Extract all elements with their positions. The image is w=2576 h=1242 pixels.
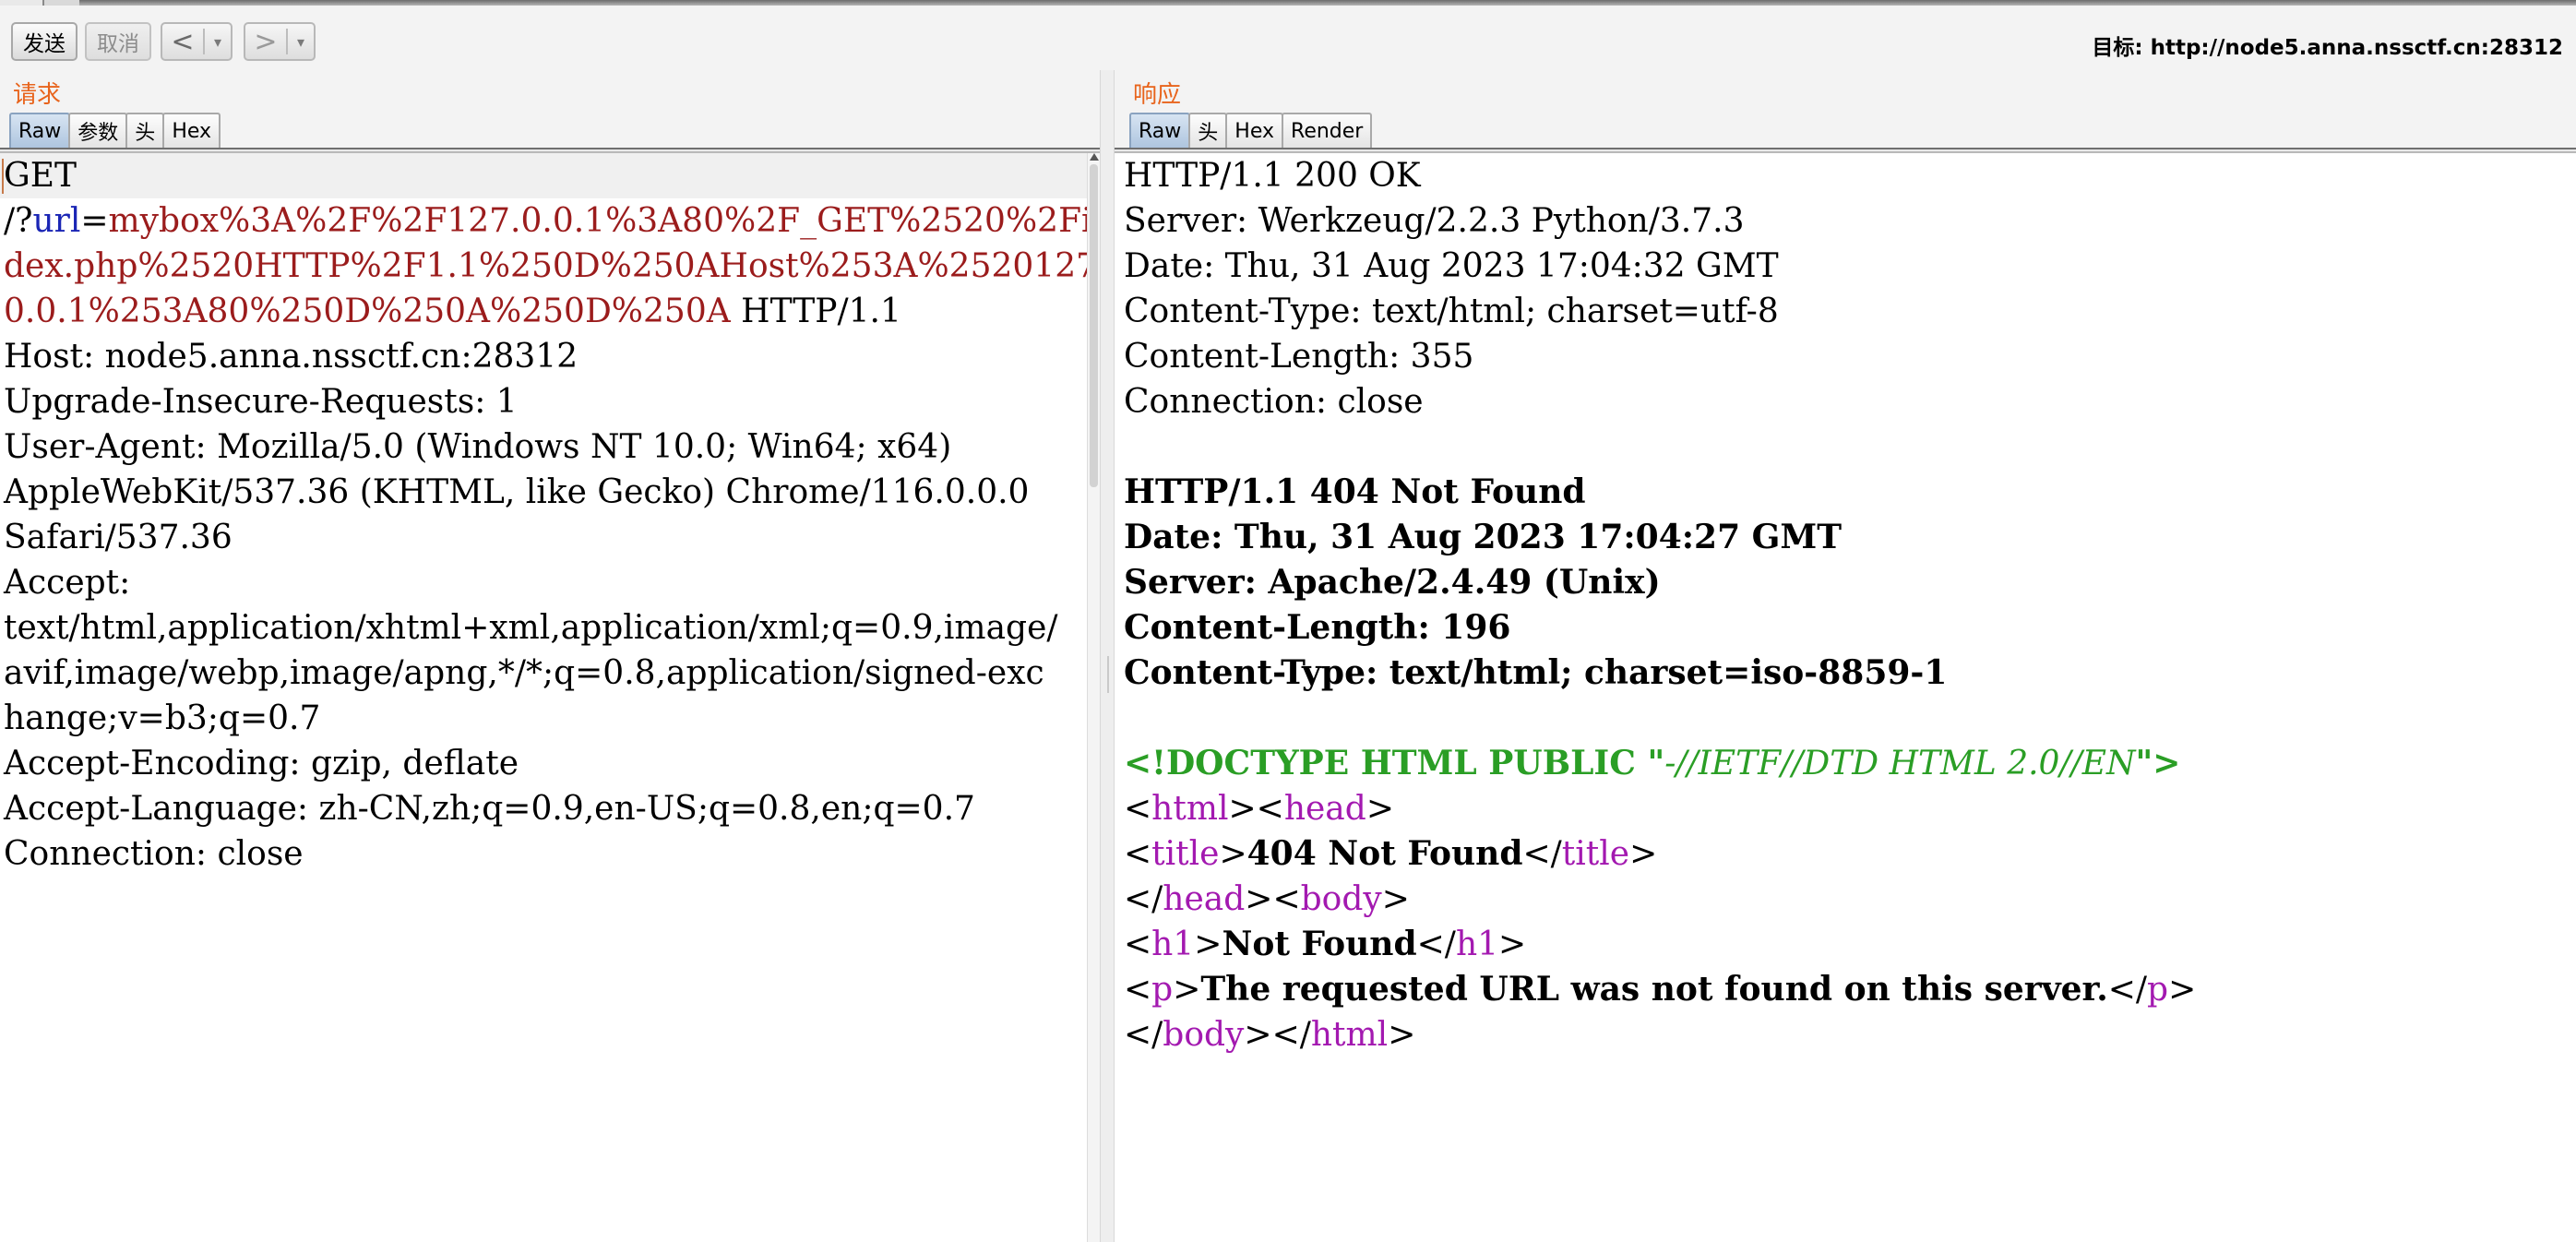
response-panel: 响应 Raw 头 Hex Render HTTP/1.1 200 OK Serve… xyxy=(1115,70,2576,1242)
param-value: mybox%3A%2F%2F127.0.0.1%3A80%2F_GET%2520… xyxy=(108,202,1087,240)
response-header-line: Server: Werkzeug/2.2.3 Python/3.7.3 xyxy=(1124,202,1745,240)
scroll-up-arrow-icon[interactable] xyxy=(1090,153,1099,161)
response-header-line: Connection: close xyxy=(1124,383,1424,421)
request-header-line: avif,image/webp,image/apng,*/*;q=0.8,app… xyxy=(4,654,1044,692)
response-tab-render[interactable]: Render xyxy=(1282,113,1373,148)
request-header-line: AppleWebKit/537.36 (KHTML, like Gecko) C… xyxy=(4,473,1030,511)
response-tab-raw[interactable]: Raw xyxy=(1129,113,1191,148)
chevron-right-icon: > xyxy=(254,25,278,58)
target-label: 目标: xyxy=(2092,36,2151,60)
request-tab-headers[interactable]: 头 xyxy=(125,113,165,148)
splitter-grip[interactable] xyxy=(1107,656,1109,693)
response-title: 响应 xyxy=(1133,81,1182,109)
response-editor[interactable]: HTTP/1.1 200 OK Server: Werkzeug/2.2.3 Py… xyxy=(1115,153,2576,1242)
html-line: <p>The requested URL was not found on th… xyxy=(1124,970,2197,1009)
http-version: HTTP/1.1 xyxy=(730,293,901,330)
request-text[interactable]: GET/?url=mybox%3A%2F%2F127.0.0.1%3A80%2F… xyxy=(4,153,1087,877)
cancel-button[interactable]: 取消 xyxy=(85,22,151,61)
response-text[interactable]: HTTP/1.1 200 OK Server: Werkzeug/2.2.3 Py… xyxy=(1124,153,2196,1057)
request-title: 请求 xyxy=(13,81,62,109)
request-header-line: Upgrade-Insecure-Requests: 1 xyxy=(4,383,518,421)
request-header-line: Accept: xyxy=(4,564,131,602)
html-line: <html><head> xyxy=(1124,790,1394,828)
response-header-line: Content-Length: 355 xyxy=(1124,338,1474,376)
response-tab-headers[interactable]: 头 xyxy=(1188,113,1228,148)
request-tabs: Raw 参数 头 Hex xyxy=(9,113,221,148)
html-line: </head><body> xyxy=(1124,880,1410,918)
request-header-line: Safari/537.36 xyxy=(4,519,233,556)
inner-header-line: HTTP/1.1 404 Not Found xyxy=(1124,472,1586,511)
history-forward-button[interactable]: > ▾ xyxy=(244,22,316,61)
request-header-line: Accept-Encoding: gzip, deflate xyxy=(4,745,519,782)
request-tab-hex[interactable]: Hex xyxy=(162,113,221,148)
request-line-url-end: 0.0.1%253A80%250D%250A%250D%250A HTTP/1.… xyxy=(4,289,1087,334)
request-header-line: Connection: close xyxy=(4,835,304,873)
panel-splitter[interactable] xyxy=(1100,70,1115,1242)
html-line: <title>404 Not Found</title> xyxy=(1124,834,1658,873)
request-header-line: User-Agent: Mozilla/5.0 (Windows NT 10.0… xyxy=(4,428,952,466)
request-scrollbar[interactable] xyxy=(1087,153,1100,1242)
request-line-method: GET xyxy=(4,157,78,195)
response-header-line: Date: Thu, 31 Aug 2023 17:04:32 GMT xyxy=(1124,247,1779,285)
doctype-line: <!DOCTYPE HTML PUBLIC "-//IETF//DTD HTML… xyxy=(1124,744,2181,782)
param-value-cont: dex.php%2520HTTP%2F1.1%250D%250AHost%253… xyxy=(4,247,1087,285)
param-name: url xyxy=(32,202,81,240)
request-header-line: Accept-Language: zh-CN,zh;q=0.9,en-US;q=… xyxy=(4,790,975,828)
dropdown-arrow-icon[interactable]: ▾ xyxy=(205,33,231,51)
response-header-line: HTTP/1.1 200 OK xyxy=(1124,157,1421,195)
target-url: http://node5.anna.nssctf.cn:28312 xyxy=(2150,36,2563,60)
request-header-line: Host: node5.anna.nssctf.cn:28312 xyxy=(4,338,578,376)
target-display[interactable]: 目标: http://node5.anna.nssctf.cn:28312 xyxy=(2092,30,2563,61)
request-header-line: text/html,application/xhtml+xml,applicat… xyxy=(4,609,1058,647)
response-tab-hex[interactable]: Hex xyxy=(1225,113,1284,148)
response-header-line: Content-Type: text/html; charset=utf-8 xyxy=(1124,293,1779,330)
repeater-toolbar: 发送 取消 < ▾ > ▾ 目标: http://node5.anna.nssc… xyxy=(0,6,2576,70)
request-line-url: /?url=mybox%3A%2F%2F127.0.0.1%3A80%2F_GE… xyxy=(4,198,1087,244)
send-button[interactable]: 发送 xyxy=(11,22,78,61)
html-line: <h1>Not Found</h1> xyxy=(1124,925,1527,963)
request-editor[interactable]: GET/?url=mybox%3A%2F%2F127.0.0.1%3A80%2F… xyxy=(0,153,1087,1242)
inner-header-line: Date: Thu, 31 Aug 2023 17:04:27 GMT xyxy=(1124,518,1843,556)
dropdown-arrow-icon[interactable]: ▾ xyxy=(288,33,314,51)
param-value-cont: 0.0.1%253A80%250D%250A%250D%250A xyxy=(4,293,731,330)
inner-header-line: Server: Apache/2.4.49 (Unix) xyxy=(1124,563,1661,602)
request-tab-raw[interactable]: Raw xyxy=(9,113,71,148)
request-tab-params[interactable]: 参数 xyxy=(68,113,128,148)
chevron-left-icon: < xyxy=(171,25,195,58)
html-line: </body></html> xyxy=(1124,1016,1416,1054)
request-panel: 请求 Raw 参数 头 Hex GET/?url=mybox%3A%2F%2F1… xyxy=(0,70,1100,1242)
scrollbar-thumb[interactable] xyxy=(1090,164,1098,487)
response-tabs: Raw 头 Hex Render xyxy=(1129,113,1373,148)
inner-header-line: Content-Type: text/html; charset=iso-885… xyxy=(1124,653,1948,692)
request-header-line: hange;v=b3;q=0.7 xyxy=(4,699,321,737)
inner-header-line: Content-Length: 196 xyxy=(1124,608,1511,647)
history-back-button[interactable]: < ▾ xyxy=(161,22,233,61)
